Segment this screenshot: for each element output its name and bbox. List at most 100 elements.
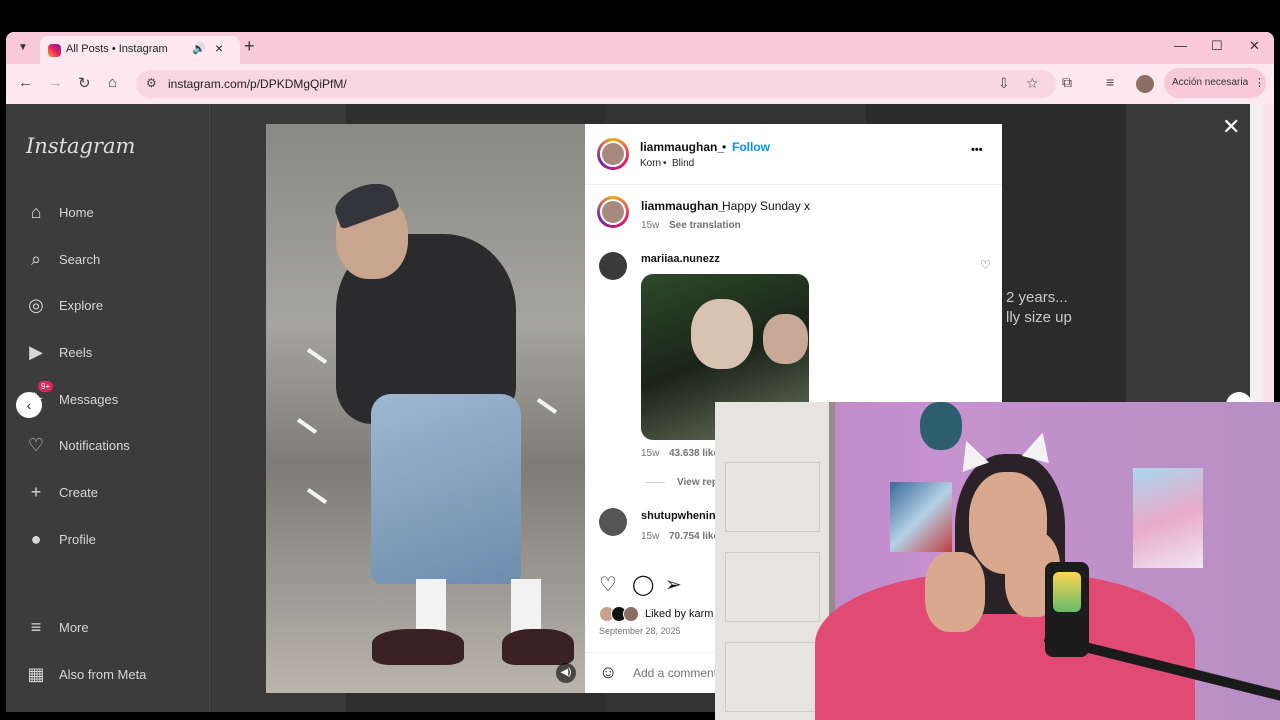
gif-face <box>763 314 808 364</box>
ceiling-light <box>536 398 558 414</box>
sidebar-item-messages[interactable]: ✈ 9+ Messages <box>26 381 206 415</box>
streamer-hand <box>925 552 985 632</box>
follow-button[interactable]: Follow <box>732 140 770 154</box>
wall-poster <box>1133 468 1203 568</box>
caption-age: 15w <box>641 220 660 231</box>
new-tab-button[interactable]: + <box>244 36 255 57</box>
see-translation-link[interactable]: See translation <box>669 220 741 231</box>
minimize-button[interactable]: — <box>1174 38 1187 53</box>
more-options-icon[interactable]: ••• <box>971 144 983 156</box>
address-bar[interactable]: ⚙ instagram.com/p/DPKDMgQiPfM/ ⇩ ☆ <box>136 70 1056 98</box>
background-reel-text: 2 years... <box>1006 289 1068 306</box>
site-info-icon[interactable]: ⚙ <box>146 76 157 90</box>
liked-by-avatars <box>599 606 641 622</box>
search-icon: ⌕ <box>30 249 42 269</box>
instagram-logo[interactable]: Instagram <box>26 134 135 158</box>
hamburger-icon: ≡ <box>30 617 42 637</box>
comment-age: 15w <box>641 531 660 542</box>
close-window-button[interactable]: ✕ <box>1249 38 1260 54</box>
sidebar-item-profile[interactable]: ● Profile <box>26 525 206 555</box>
bookmark-star-icon[interactable]: ☆ <box>1026 75 1039 92</box>
home-icon[interactable]: ⌂ <box>108 74 117 91</box>
share-icon[interactable]: ➢ <box>665 572 682 597</box>
sidebar-item-more[interactable]: ≡ More <box>26 613 206 643</box>
previous-post-icon[interactable]: ‹ <box>16 392 42 418</box>
emoji-icon[interactable]: ☺ <box>599 662 617 683</box>
commenter-avatar[interactable] <box>599 252 627 280</box>
replies-divider <box>645 482 665 483</box>
extensions-icon[interactable]: ⧉ <box>1062 74 1072 91</box>
sidebar-item-also-from-meta[interactable]: ▦ Also from Meta <box>26 660 206 690</box>
tab-close-icon[interactable]: × <box>215 40 223 56</box>
commenter-username[interactable]: shutupwhenin <box>641 510 716 522</box>
post-video[interactable]: ◀) <box>266 124 585 693</box>
action-needed-label: Acción necesaria <box>1172 77 1249 88</box>
sidebar-item-explore[interactable]: ◎ Explore <box>26 291 206 321</box>
audio-song[interactable]: Blind <box>672 158 694 169</box>
author-avatar[interactable] <box>597 138 629 170</box>
wall-mask <box>920 402 962 450</box>
action-needed-button[interactable]: Acción necesaria ⋮ <box>1164 68 1266 98</box>
close-modal-icon[interactable]: ✕ <box>1222 114 1240 140</box>
media-control-icon[interactable]: ≡ <box>1106 74 1114 90</box>
post-header: liammaughan_ • Follow Korn • Blind ••• <box>585 124 1002 185</box>
separator-dot: • <box>722 140 727 154</box>
audio-artist[interactable]: Korn <box>640 158 661 169</box>
person-jeans <box>371 394 521 584</box>
tab-instagram[interactable]: All Posts • Instagram 🔊 × <box>40 36 240 64</box>
compass-icon: ◎ <box>28 295 44 315</box>
plus-icon: + <box>30 482 42 502</box>
comment-like-count[interactable]: 70.754 like <box>669 531 719 542</box>
sidebar-item-label: Explore <box>59 298 104 313</box>
audio-toggle-icon[interactable]: ◀) <box>556 663 576 683</box>
wall-poster <box>890 482 952 552</box>
sidebar-item-label: Notifications <box>59 438 130 453</box>
sidebar-item-label: Search <box>59 252 101 267</box>
sidebar-item-home[interactable]: ⌂ Home <box>26 198 206 228</box>
background-reel-text: lly size up <box>1006 309 1072 326</box>
sidebar-item-label: Messages <box>59 392 119 407</box>
caption-author-avatar[interactable] <box>597 196 629 228</box>
post-date: September 28, 2025 <box>599 626 681 636</box>
kebab-menu-icon[interactable]: ⋮ <box>1254 76 1265 89</box>
caption-text: Happy Sunday x <box>722 199 811 213</box>
comment-icon[interactable]: ◯ <box>632 572 654 597</box>
screen: ▼ All Posts • Instagram 🔊 × + — ☐ ✕ ← → … <box>0 0 1280 720</box>
browser-toolbar: ← → ↻ ⌂ ⚙ instagram.com/p/DPKDMgQiPfM/ ⇩… <box>6 64 1274 104</box>
url-text[interactable]: instagram.com/p/DPKDMgQiPfM/ <box>168 77 347 91</box>
tab-search-icon[interactable]: ▼ <box>14 39 32 57</box>
person-shoe <box>372 629 464 665</box>
like-icon[interactable]: ♡ <box>599 572 617 597</box>
webcam-overlay <box>715 402 1280 720</box>
forward-icon[interactable]: → <box>48 74 63 91</box>
maximize-button[interactable]: ☐ <box>1211 38 1223 54</box>
sidebar-item-search[interactable]: ⌕ Search <box>26 245 206 275</box>
ceiling-light <box>306 488 328 504</box>
reload-icon[interactable]: ↻ <box>78 74 91 92</box>
profile-avatar[interactable] <box>1136 75 1154 93</box>
comment-age: 15w <box>641 448 660 459</box>
view-replies-link[interactable]: View rep <box>677 477 718 488</box>
separator-dot: • <box>663 158 667 169</box>
tab-bar: ▼ All Posts • Instagram 🔊 × + — ☐ ✕ <box>6 32 1274 64</box>
caption-author-username[interactable]: liammaughan_ <box>641 199 725 213</box>
gif-face <box>691 299 753 369</box>
commenter-avatar[interactable] <box>599 508 627 536</box>
install-app-icon[interactable]: ⇩ <box>998 75 1010 92</box>
sidebar-item-notifications[interactable]: ♡ Notifications <box>26 431 206 461</box>
person-sock <box>511 579 541 634</box>
reels-icon: ▶ <box>29 342 43 362</box>
ceiling-light <box>296 418 318 434</box>
back-icon[interactable]: ← <box>18 74 33 91</box>
sidebar-item-label: More <box>59 620 89 635</box>
author-username[interactable]: liammaughan_ <box>640 140 724 154</box>
commenter-username[interactable]: mariiaa.nunezz <box>641 253 720 265</box>
speaker-icon[interactable]: 🔊 <box>192 42 206 55</box>
like-comment-icon[interactable]: ♡ <box>980 258 991 272</box>
sidebar-item-label: Profile <box>59 532 96 547</box>
sidebar-item-reels[interactable]: ▶ Reels <box>26 338 206 368</box>
liked-by-text[interactable]: Liked by karm <box>645 608 713 620</box>
comment-input[interactable]: Add a comment <box>633 666 717 680</box>
comment-like-count[interactable]: 43.638 like <box>669 448 719 459</box>
sidebar-item-create[interactable]: + Create <box>26 478 206 508</box>
